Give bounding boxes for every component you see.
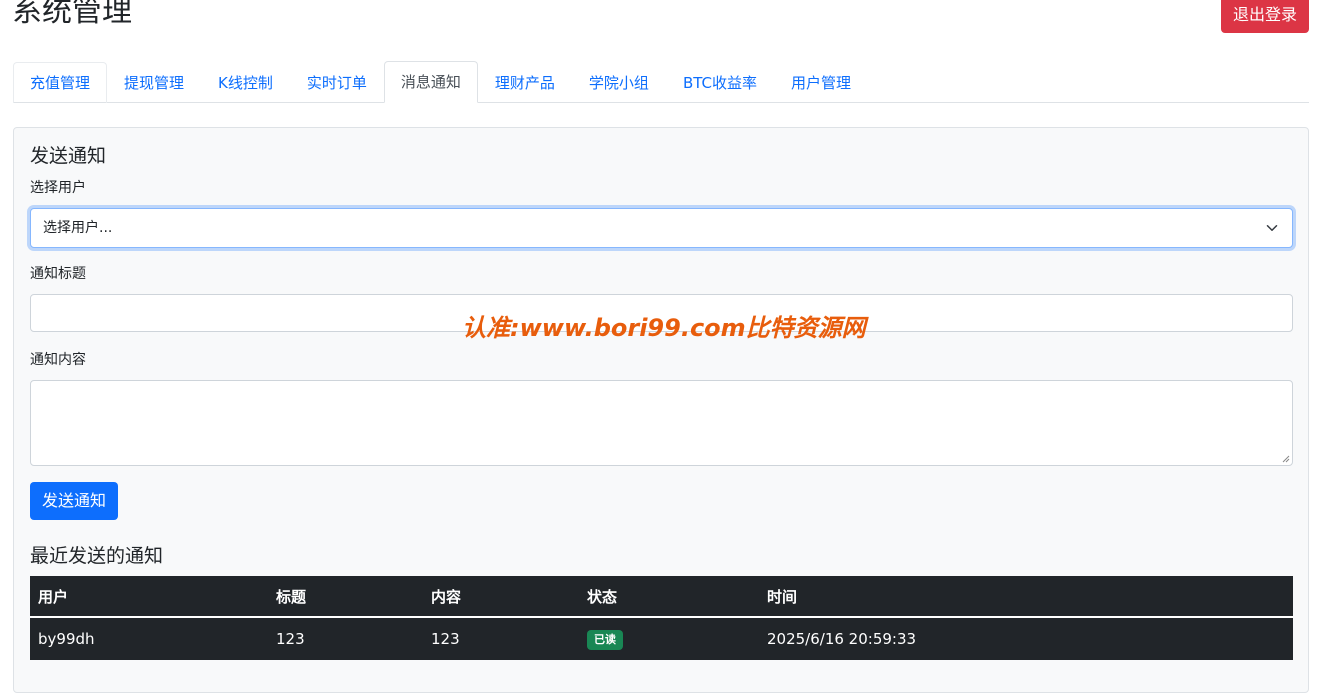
col-user: 用户: [30, 576, 268, 618]
resize-grip-icon[interactable]: [1282, 455, 1290, 463]
cell-content: 123: [431, 630, 460, 648]
tab-products[interactable]: 理财产品: [478, 62, 572, 103]
content-label: 通知内容: [30, 352, 86, 368]
page: 系统管理 退出登录 充值管理 提现管理 K线控制 实时订单 消息通知 理财产品 …: [0, 0, 1329, 700]
table-row: by99dh 123 123 已读 2025/6/16 20:59:33: [30, 617, 1293, 660]
tab-btc-yield[interactable]: BTC收益率: [666, 62, 774, 103]
col-status: 状态: [579, 576, 759, 618]
send-notification-button[interactable]: 发送通知: [30, 482, 119, 520]
tab-withdraw[interactable]: 提现管理: [107, 62, 201, 103]
tab-academy[interactable]: 学院小组: [572, 62, 666, 103]
tab-users[interactable]: 用户管理: [774, 62, 868, 103]
tab-notifications[interactable]: 消息通知: [383, 61, 478, 103]
notification-card: 发送通知 选择用户 选择用户... 通知标题 通知内容 发送通知 最近发送的通知…: [13, 127, 1309, 693]
nav-tabs: 充值管理 提现管理 K线控制 实时订单 消息通知 理财产品 学院小组 BTC收益…: [13, 61, 1309, 103]
chevron-down-icon: [1266, 225, 1278, 231]
col-title: 标题: [268, 576, 423, 618]
table-header-row: 用户 标题 内容 状态 时间: [30, 576, 1293, 618]
cell-user: by99dh: [38, 630, 95, 648]
watermark-text: 认准:www.bori99.com比特资源网: [462, 314, 866, 342]
title-label: 通知标题: [30, 266, 86, 282]
recent-table: 用户 标题 内容 状态 时间 by99dh 123 123 已读 2025/6/…: [30, 576, 1293, 660]
user-select[interactable]: 选择用户...: [30, 208, 1293, 248]
content-textarea[interactable]: [30, 380, 1293, 466]
page-title: 系统管理: [12, 0, 132, 29]
logout-button[interactable]: 退出登录: [1220, 0, 1309, 33]
cell-title: 123: [276, 630, 305, 648]
user-select-value: 选择用户...: [43, 220, 113, 236]
recent-title: 最近发送的通知: [30, 545, 164, 567]
form-title: 发送通知: [30, 145, 107, 167]
cell-status: 已读: [579, 617, 759, 660]
status-badge: 已读: [587, 629, 623, 650]
tab-kline[interactable]: K线控制: [201, 62, 290, 103]
tab-recharge[interactable]: 充值管理: [13, 62, 108, 103]
tab-live-orders[interactable]: 实时订单: [290, 62, 384, 103]
col-time: 时间: [759, 576, 1293, 618]
col-content: 内容: [423, 576, 579, 618]
cell-time: 2025/6/16 20:59:33: [767, 630, 917, 648]
user-label: 选择用户: [30, 180, 86, 196]
